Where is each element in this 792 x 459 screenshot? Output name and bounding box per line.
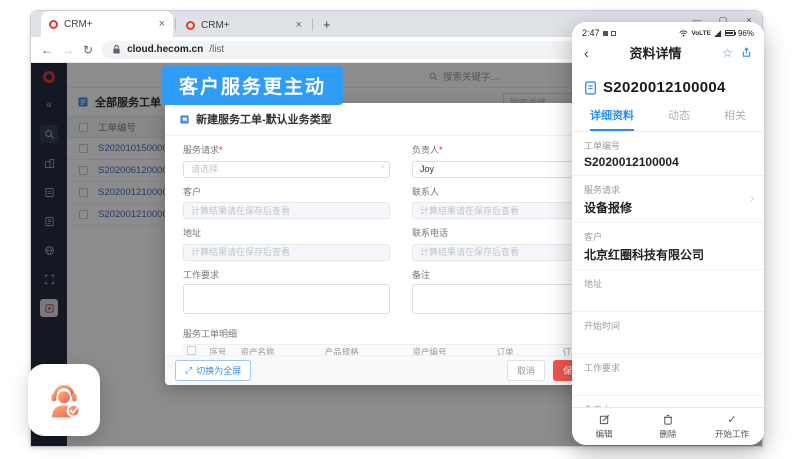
- detail-field-list: 工单编号 S2020012100004 服务请求 设备报修 › 客户 北京红圈科…: [572, 132, 764, 407]
- trash-icon: [663, 414, 673, 425]
- browser-tab-crm-1[interactable]: CRM+ ×: [41, 11, 173, 37]
- detail-select-all-checkbox[interactable]: [187, 346, 196, 355]
- field-label: 服务请求: [183, 145, 219, 155]
- detail-column: 订单: [493, 346, 559, 356]
- customer-service-widget[interactable]: [28, 364, 100, 436]
- field-label: 负责人: [412, 145, 439, 155]
- battery-icon: [725, 30, 735, 36]
- field-service-request: 服务请求* ›: [183, 136, 390, 178]
- notification-icon: [603, 31, 608, 36]
- padlock-icon: [112, 44, 121, 55]
- tab-details[interactable]: 详细资料: [590, 107, 634, 131]
- chevron-right-icon: ›: [381, 161, 384, 171]
- field-address: 地址: [572, 270, 764, 312]
- field-start-time: 开始时间: [572, 312, 764, 354]
- modal-footer: ⤢ 切换为全屏 取消 保存开始工作: [165, 355, 637, 385]
- promo-banner: 客户服务更主动: [162, 66, 343, 105]
- detail-section-title: 服务工单明细: [183, 327, 619, 340]
- detail-table-header: 序号 资产名称 产品规格 资产编号 订单 订单日期: [183, 344, 619, 356]
- field-label: 客户: [183, 185, 390, 198]
- battery-percent: 96%: [738, 29, 754, 38]
- start-work-action[interactable]: ✓ 开始工作: [700, 408, 764, 445]
- mobile-preview: 2:47 VoLTE 96% ‹ 资料详情 ☆ S2020012100004 详…: [572, 22, 764, 445]
- record-header: S2020012100004: [572, 68, 764, 102]
- cancel-button[interactable]: 取消: [507, 360, 545, 381]
- field-order-id: 工单编号 S2020012100004: [572, 132, 764, 176]
- status-time: 2:47: [582, 28, 600, 38]
- field-label: 地址: [183, 226, 390, 239]
- notification-icon: [611, 31, 616, 36]
- tab-title: CRM+: [64, 19, 153, 30]
- detail-column: 资产名称: [237, 346, 321, 356]
- back-icon[interactable]: ←: [41, 44, 53, 56]
- tab-close-icon[interactable]: ×: [159, 19, 165, 30]
- address-input: [183, 244, 390, 261]
- modal-body: 服务请求* › 负责人* 客户 联系人: [165, 136, 637, 355]
- tab-title: CRM+: [201, 20, 290, 31]
- crm-favicon-icon: [49, 20, 58, 29]
- delete-action[interactable]: 删除: [636, 408, 700, 445]
- tab-activity[interactable]: 动态: [668, 107, 690, 131]
- field-label: 工作要求: [183, 268, 390, 281]
- field-work-requirement: 工作要求: [572, 354, 764, 396]
- url-domain: cloud.hecom.cn: [127, 44, 203, 55]
- required-marker: *: [439, 145, 443, 155]
- phone-nav-bar: ‹ 资料详情 ☆: [572, 39, 764, 68]
- screenshot-stage: CRM+ × CRM+ × + — ▢ × ← → ↻: [0, 0, 792, 459]
- work-requirement-textarea[interactable]: [183, 284, 390, 314]
- customer-service-icon: [41, 377, 87, 423]
- customer-input: [183, 202, 390, 219]
- required-marker: *: [219, 145, 223, 155]
- favorite-star-icon[interactable]: ☆: [722, 46, 733, 60]
- field-service-request[interactable]: 服务请求 设备报修 ›: [572, 176, 764, 223]
- chevron-right-icon: ›: [750, 193, 754, 205]
- field-address: 地址: [183, 219, 390, 261]
- edit-icon: [599, 414, 610, 425]
- service-request-select[interactable]: [183, 161, 390, 178]
- field-owner[interactable]: 负责人 李鹏 ›: [572, 396, 764, 407]
- new-tab-button[interactable]: +: [323, 17, 331, 32]
- tab-close-icon[interactable]: ×: [296, 20, 302, 31]
- url-path: /list: [209, 44, 224, 55]
- browser-tab-crm-2[interactable]: CRM+ ×: [178, 13, 310, 37]
- tab-separator: [175, 18, 176, 31]
- workorder-icon: [179, 114, 190, 125]
- edit-action[interactable]: 编辑: [572, 408, 636, 445]
- fullscreen-toggle-button[interactable]: ⤢ 切换为全屏: [175, 360, 251, 381]
- phone-tabs: 详细资料 动态 相关: [572, 102, 764, 132]
- forward-icon[interactable]: →: [62, 44, 74, 56]
- detail-column: 序号: [205, 346, 236, 356]
- phone-status-bar: 2:47 VoLTE 96%: [572, 22, 764, 39]
- tab-related[interactable]: 相关: [724, 107, 746, 131]
- phone-page-title: 资料详情: [589, 43, 723, 62]
- field-customer: 客户 北京红圈科技有限公司: [572, 223, 764, 270]
- field-work-requirement: 工作要求: [183, 261, 390, 319]
- check-icon: ✓: [727, 414, 736, 426]
- tab-separator: [312, 18, 313, 31]
- record-id: S2020012100004: [603, 79, 726, 96]
- document-icon: [584, 81, 597, 95]
- field-customer: 客户: [183, 178, 390, 220]
- new-workorder-modal: 新建服务工单-默认业务类型 服务请求* › 负责人* 客户: [165, 103, 637, 385]
- share-icon[interactable]: [741, 47, 752, 58]
- modal-header: 新建服务工单-默认业务类型: [165, 103, 637, 136]
- phone-action-bar: 编辑 删除 ✓ 开始工作: [572, 407, 764, 445]
- reload-icon[interactable]: ↻: [83, 44, 93, 56]
- volte-icon: VoLTE: [691, 30, 711, 37]
- crm-favicon-icon: [186, 21, 195, 30]
- expand-icon: ⤢: [185, 365, 192, 376]
- signal-icon: [714, 30, 722, 37]
- modal-title: 新建服务工单-默认业务类型: [196, 111, 332, 127]
- detail-column: 资产编号: [408, 346, 492, 356]
- detail-column: 产品规格: [321, 346, 409, 356]
- wifi-icon: [679, 30, 688, 37]
